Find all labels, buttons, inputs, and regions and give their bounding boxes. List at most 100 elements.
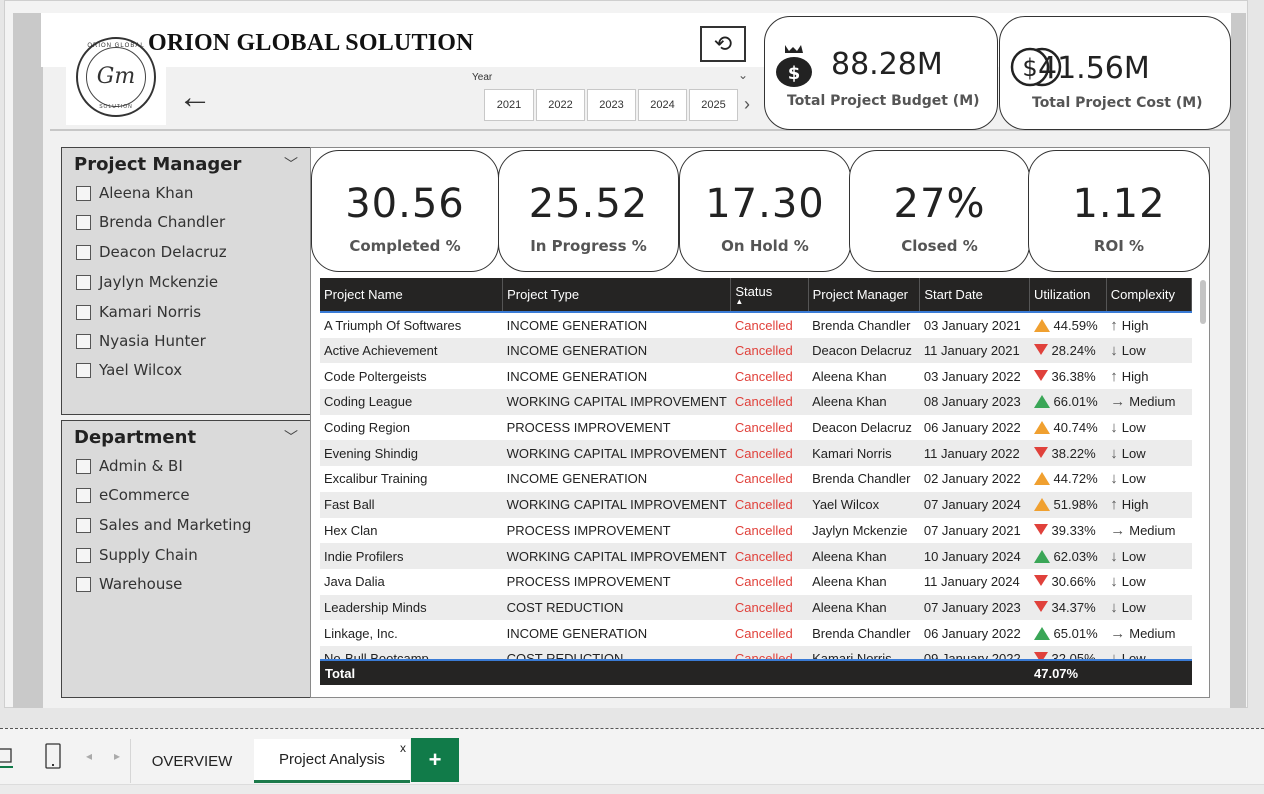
- column-header[interactable]: Project Name: [320, 278, 504, 312]
- chevron-down-icon[interactable]: ﹀: [284, 427, 298, 447]
- cell-complexity: ↓Low: [1106, 440, 1192, 467]
- cell-status: Cancelled: [730, 543, 809, 569]
- tab-project-analysis[interactable]: Project Analysis x: [254, 739, 410, 783]
- trend-down-icon: [1033, 523, 1048, 535]
- chevron-right-icon[interactable]: ›: [744, 94, 750, 115]
- slicer-option[interactable]: Aleena Khan: [76, 184, 193, 202]
- cell-project-manager: Brenda Chandler: [808, 312, 920, 338]
- checkbox[interactable]: [76, 487, 91, 503]
- cell-complexity: ↑ High: [1106, 363, 1192, 390]
- next-page-icon[interactable]: ▸: [114, 749, 120, 763]
- table-row[interactable]: Hex Clan PROCESS IMPROVEMENT Cancelled Jayl…: [320, 517, 1192, 544]
- cell-start-date: 06 January 2022: [919, 414, 1030, 441]
- slicer-option[interactable]: Warehouse: [76, 575, 182, 593]
- reset-filters-button[interactable]: ⟲: [700, 26, 746, 62]
- trend-up-icon: [1033, 549, 1050, 563]
- checkbox[interactable]: [76, 576, 91, 592]
- cell-start-date: 07 January 2023: [919, 594, 1030, 621]
- mobile-layout-icon[interactable]: [44, 743, 62, 769]
- kpi-value: 30.56: [345, 181, 465, 227]
- table-row[interactable]: Code Poltergeists INCOME GENERATION Cancel…: [320, 363, 1192, 390]
- table-row[interactable]: Java Dalia PROCESS IMPROVEMENT Cancelled Al…: [320, 568, 1192, 595]
- year-button[interactable]: 2024: [638, 89, 687, 121]
- year-button[interactable]: 2021: [484, 89, 534, 121]
- tab-overview[interactable]: OVERVIEW: [131, 739, 253, 783]
- checkbox[interactable]: [76, 547, 91, 563]
- svg-text:$: $: [788, 63, 801, 84]
- table-row[interactable]: Coding Region PROCESS IMPROVEMENT Cancelle…: [320, 414, 1192, 441]
- total-cost-label: Total Project Cost (M): [1032, 95, 1203, 111]
- table-scrollbar[interactable]: [1198, 280, 1208, 658]
- cell-complexity: ↓Low: [1106, 568, 1192, 595]
- column-header[interactable]: Project Type: [502, 278, 732, 312]
- chevron-down-icon[interactable]: ﹀: [284, 154, 298, 174]
- slicer-option[interactable]: Nyasia Hunter: [76, 332, 206, 350]
- table-row[interactable]: Linkage, Inc. INCOME GENERATION Cancelled B…: [320, 620, 1192, 646]
- table-row[interactable]: Indie Profilers WORKING CAPITAL IMPROVEME…: [320, 543, 1192, 569]
- kpi-value: 27%: [893, 181, 986, 227]
- slicer-option[interactable]: eCommerce: [76, 486, 190, 504]
- scroll-thumb[interactable]: [1200, 280, 1206, 324]
- slicer-option[interactable]: Deacon Delacruz: [76, 243, 227, 261]
- checkbox[interactable]: [76, 214, 91, 230]
- year-button[interactable]: 2023: [587, 89, 636, 121]
- checkbox[interactable]: [76, 304, 91, 320]
- complexity-value: High: [1121, 368, 1149, 384]
- cell-project-name: A Triumph Of Softwares: [320, 312, 503, 338]
- column-header-status[interactable]: Status ▲: [730, 278, 809, 312]
- table-row[interactable]: Active Achievement INCOME GENERATION Cance…: [320, 337, 1192, 364]
- close-tab-icon[interactable]: x: [400, 741, 406, 755]
- table-row[interactable]: Fast Ball WORKING CAPITAL IMPROVEMENT Canc…: [320, 491, 1192, 518]
- complexity-value: Low: [1121, 420, 1146, 436]
- chevron-down-icon[interactable]: ⌄: [738, 68, 748, 82]
- cell-status: Cancelled: [730, 517, 809, 544]
- slicer-option[interactable]: Kamari Norris: [76, 303, 201, 321]
- checkbox[interactable]: [76, 274, 91, 290]
- cell-project-name: Linkage, Inc.: [320, 620, 503, 646]
- column-header[interactable]: Project Manager: [808, 278, 921, 312]
- year-button[interactable]: 2025: [689, 89, 738, 121]
- slicer-option[interactable]: Yael Wilcox: [76, 361, 182, 379]
- tab-label: OVERVIEW: [151, 752, 233, 770]
- slicer-option[interactable]: Admin & BI: [76, 457, 183, 475]
- year-slicer-label: Year: [472, 72, 493, 83]
- slicer-option[interactable]: Jaylyn Mckenzie: [76, 273, 218, 291]
- desktop-layout-icon[interactable]: [0, 747, 14, 769]
- cell-utilization: 39.33%: [1029, 517, 1107, 544]
- table-row[interactable]: Leadership Minds COST REDUCTION Cancelled A…: [320, 594, 1192, 621]
- option-label: Admin & BI: [99, 457, 183, 475]
- checkbox[interactable]: [76, 458, 91, 474]
- cell-start-date: 03 January 2022: [919, 363, 1030, 390]
- column-header[interactable]: Complexity: [1106, 278, 1192, 312]
- complexity-value: Medium: [1129, 394, 1176, 410]
- checkbox[interactable]: [76, 185, 91, 201]
- cell-utilization: 62.03%: [1029, 543, 1107, 569]
- checkbox[interactable]: [76, 244, 91, 260]
- table-row[interactable]: A Triumph Of Softwares INCOME GENERATION C…: [320, 312, 1192, 338]
- cell-project-name: Coding Region: [320, 414, 503, 441]
- checkbox[interactable]: [76, 362, 91, 378]
- kpi-label: On Hold %: [721, 237, 809, 255]
- add-page-button[interactable]: +: [411, 738, 459, 782]
- checkbox[interactable]: [76, 517, 91, 533]
- trend-up-icon: [1033, 626, 1050, 640]
- cell-project-name: Hex Clan: [320, 517, 503, 544]
- table-row[interactable]: Evening Shindig WORKING CAPITAL IMPROVEME…: [320, 440, 1192, 467]
- complexity-value: High: [1121, 497, 1149, 513]
- column-header[interactable]: Utilization: [1029, 278, 1107, 312]
- complexity-value: Medium: [1129, 522, 1176, 538]
- arrow-right-icon: →: [1110, 521, 1126, 539]
- option-label: Supply Chain: [99, 546, 198, 564]
- cell-start-date: 06 January 2022: [919, 620, 1030, 646]
- back-arrow-icon[interactable]: ←: [178, 80, 212, 114]
- year-button[interactable]: 2022: [536, 89, 585, 121]
- column-header[interactable]: Start Date: [919, 278, 1031, 312]
- prev-page-icon[interactable]: ◂: [86, 749, 92, 763]
- checkbox[interactable]: [76, 333, 91, 349]
- year-slicer: 2021 2022 2023 2024 2025: [484, 89, 738, 121]
- slicer-option[interactable]: Sales and Marketing: [76, 516, 251, 534]
- table-row[interactable]: Excalibur Training INCOME GENERATION Cance…: [320, 466, 1192, 492]
- table-row[interactable]: Coding League WORKING CAPITAL IMPROVEMENT…: [320, 389, 1192, 415]
- slicer-option[interactable]: Supply Chain: [76, 546, 198, 564]
- slicer-option[interactable]: Brenda Chandler: [76, 213, 225, 231]
